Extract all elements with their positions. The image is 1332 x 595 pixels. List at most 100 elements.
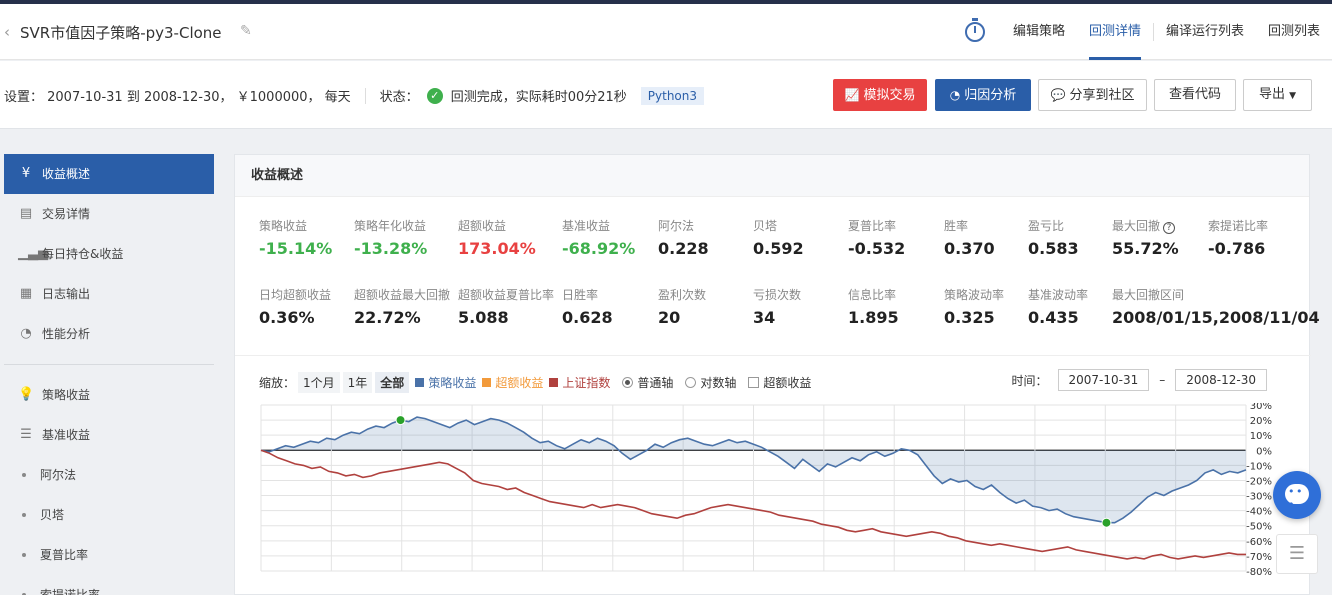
metric-value: 173.04% xyxy=(458,239,536,258)
settings-text: 设置： 2007-10-31 到 2008-12-30， ￥1000000， 每… xyxy=(4,90,351,105)
doc-icon: ▤ xyxy=(19,206,33,221)
metric-label: 信息比率 xyxy=(848,288,897,302)
chart-icon: ▁▃▅ xyxy=(18,246,48,261)
view-code-button[interactable]: 查看代码 xyxy=(1154,79,1236,111)
nav-backtest-detail[interactable]: 回测详情 xyxy=(1077,4,1153,60)
y-tick-label: -10% xyxy=(1246,461,1272,472)
normal-axis-label: 普通轴 xyxy=(637,376,674,390)
language-badge: Python3 xyxy=(640,86,705,105)
start-date-input[interactable]: 2007-10-31 xyxy=(1057,369,1150,391)
log-axis-radio[interactable] xyxy=(685,377,697,388)
metric-label: 最大回撤区间 xyxy=(1112,288,1185,302)
metric-label: 贝塔 xyxy=(753,219,778,233)
nav-backtest-list[interactable]: 回测列表 xyxy=(1256,4,1332,60)
metric-label: 夏普比率 xyxy=(848,219,897,233)
legend-excess[interactable]: 超额收益 xyxy=(482,374,543,391)
metric-label: 策略年化收益 xyxy=(354,219,427,233)
attribution-button[interactable]: ◔ 归因分析 xyxy=(935,79,1031,111)
metric-row2-2: 超额收益夏普比率 5.088 xyxy=(458,286,558,327)
chart-controls: 缩放： 1个月 1年 全部 策略收益 超额收益 上证指数 普通轴 对数轴 超额收… xyxy=(259,372,811,393)
zoom-1-month-button[interactable]: 1个月 xyxy=(298,372,340,393)
range-separator: – xyxy=(1159,373,1166,387)
excess-return-checkbox[interactable] xyxy=(748,377,760,388)
info-divider xyxy=(364,87,366,104)
sidebar-item-strategy-return[interactable]: 💡 策略收益 xyxy=(4,375,214,415)
metric-row2-6: 信息比率 1.895 xyxy=(848,286,948,327)
metric-label: 超额收益最大回撤 xyxy=(354,288,451,302)
metric-value: -0.532 xyxy=(848,239,906,258)
zoom-label: 缩放： xyxy=(259,376,296,390)
end-date-input[interactable]: 2008-12-30 xyxy=(1175,369,1267,391)
top-nav: 编辑策略 回测详情 编译运行列表 回测列表 xyxy=(964,4,1332,60)
metric-row2-4: 盈利次数 20 xyxy=(658,286,758,327)
legend-benchmark[interactable]: 上证指数 xyxy=(549,374,610,391)
nav-compile-run-list[interactable]: 编译运行列表 xyxy=(1154,4,1256,60)
metric-value: 0.36% xyxy=(259,308,315,327)
back-chevron-icon[interactable]: ‹ xyxy=(4,23,10,41)
backtest-info: 设置： 2007-10-31 到 2008-12-30， ￥1000000， 每… xyxy=(4,86,705,105)
sidebar-item-benchmark-return[interactable]: ☰ 基准收益 xyxy=(4,415,214,455)
export-dropdown-button[interactable]: 导出 ▼ xyxy=(1243,79,1312,111)
nav-edit-strategy[interactable]: 编辑策略 xyxy=(1001,4,1077,60)
share-community-button[interactable]: 💬 分享到社区 xyxy=(1038,79,1147,111)
zoom-1-year-button[interactable]: 1年 xyxy=(342,372,373,393)
metric-row1-3: 基准收益 -68.92% xyxy=(562,217,662,258)
metric-label: 基准收益 xyxy=(562,219,611,233)
chat-bubble-icon: 💬 xyxy=(1050,88,1066,102)
metric-label: 亏损次数 xyxy=(753,288,802,302)
metric-row2-0: 日均超额收益 0.36% xyxy=(259,286,359,327)
sidebar: ¥ 收益概述 ▤ 交易详情 ▁▃▅ 每日持仓&收益 ▦ 日志输出 ◔ 性能分析 💡 策略收益… xyxy=(0,130,222,595)
sidebar-item-sharpe[interactable]: 夏普比率 xyxy=(4,535,214,575)
zoom-all-button[interactable]: 全部 xyxy=(375,372,410,393)
y-tick-label: -20% xyxy=(1246,476,1272,487)
metric-label: 日均超额收益 xyxy=(259,288,332,302)
legend-swatch xyxy=(415,378,425,387)
metric-label: 策略收益 xyxy=(259,219,308,233)
page-header: ‹ SVR市值因子策略-py3-Clone ✎ 编辑策略 回测详情 编译运行列表… xyxy=(0,4,1332,60)
y-tick-label: 20% xyxy=(1250,416,1272,427)
metric-value: 34 xyxy=(753,308,776,327)
sidebar-item-return-overview[interactable]: ¥ 收益概述 xyxy=(4,154,214,194)
metric-row1-4: 阿尔法 0.228 xyxy=(658,217,758,258)
y-tick-label: 0% xyxy=(1256,446,1272,457)
metric-row2-1: 超额收益最大回撤 22.72% xyxy=(354,286,454,327)
metric-row2-5: 亏损次数 34 xyxy=(753,286,853,327)
metric-row1-0: 策略收益 -15.14% xyxy=(259,217,359,258)
sidebar-item-alpha[interactable]: 阿尔法 xyxy=(4,455,214,495)
y-tick-label: 30% xyxy=(1250,403,1272,412)
bullet-icon xyxy=(22,473,26,477)
metric-value: 55.72% xyxy=(1112,239,1179,258)
metric-row1-10: 索提诺比率 -0.786 xyxy=(1208,217,1308,258)
return-chart[interactable]: 30% 20% 10% 0% -10% -20% -30% -40% -50% -60% -70% -… xyxy=(259,403,1279,575)
sidebar-item-trade-detail[interactable]: ▤ 交易详情 xyxy=(4,194,214,234)
time-range-controls: 时间： 2007-10-31 – 2008-12-30 xyxy=(1011,369,1277,391)
chat-support-button[interactable] xyxy=(1273,471,1321,519)
metric-row2-3: 日胜率 0.628 xyxy=(562,286,662,327)
sidebar-item-sortino[interactable]: 索提诺比率 xyxy=(4,575,214,595)
sidebar-item-performance[interactable]: ◔ 性能分析 xyxy=(4,314,214,354)
drawdown-marker xyxy=(1101,517,1112,528)
sidebar-item-log-output[interactable]: ▦ 日志输出 xyxy=(4,274,214,314)
strategy-title: SVR市值因子策略-py3-Clone xyxy=(20,24,222,42)
simulate-trade-button[interactable]: 📈 模拟交易 xyxy=(833,79,927,111)
metric-row1-9: 最大回撤? 55.72% xyxy=(1112,217,1212,258)
status-text: 回测完成，实际耗时00分21秒 xyxy=(450,90,627,105)
panel-title: 收益概述 xyxy=(235,155,1309,197)
stopwatch-icon xyxy=(964,18,985,42)
sidebar-item-beta[interactable]: 贝塔 xyxy=(4,495,214,535)
log-icon: ▦ xyxy=(19,286,33,301)
edit-title-pencil-icon[interactable]: ✎ xyxy=(240,23,252,39)
db-icon: ☰ xyxy=(20,427,32,442)
legend-strategy[interactable]: 策略收益 xyxy=(415,374,476,391)
y-tick-label: -30% xyxy=(1246,492,1272,503)
y-tick-label: -60% xyxy=(1246,537,1272,548)
normal-axis-radio[interactable] xyxy=(622,377,634,388)
sidebar-item-daily-position[interactable]: ▁▃▅ 每日持仓&收益 xyxy=(4,234,214,274)
help-question-icon[interactable]: ? xyxy=(1163,222,1176,234)
bullet-icon xyxy=(22,553,26,557)
list-menu-icon[interactable]: ☰ xyxy=(1276,534,1318,574)
y-tick-label: 10% xyxy=(1250,431,1272,442)
metric-label: 索提诺比率 xyxy=(1208,219,1269,233)
metric-value: 2008/01/15,2008/11/04 xyxy=(1112,308,1320,327)
legend-swatch xyxy=(549,378,559,387)
